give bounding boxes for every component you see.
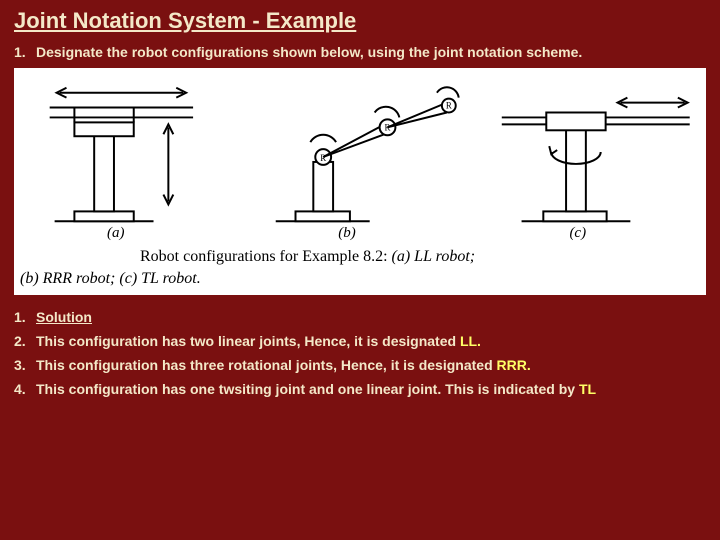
figure-panel: (a): [14, 68, 706, 295]
answer-3-text: This configuration has three rotational …: [36, 357, 706, 373]
svg-text:R: R: [320, 153, 326, 163]
svg-text:R: R: [385, 122, 391, 132]
answer-3-row: 3. This configuration has three rotation…: [14, 357, 706, 373]
svg-text:R: R: [446, 101, 452, 111]
robot-diagram-a: (a): [20, 72, 238, 242]
solution-number: 1.: [14, 309, 36, 325]
robot-diagram-c: (c): [482, 72, 700, 242]
answer-2-number: 2.: [14, 333, 36, 349]
question-row: 1. Designate the robot configurations sh…: [14, 44, 706, 60]
answer-4-text: This configuration has one twsiting join…: [36, 381, 706, 397]
answer-2-text: This configuration has two linear joints…: [36, 333, 706, 349]
designation-tl: TL: [579, 381, 596, 397]
answer-4-row: 4. This configuration has one twsiting j…: [14, 381, 706, 397]
designation-ll: LL.: [460, 333, 481, 349]
answer-2-row: 2. This configuration has two linear joi…: [14, 333, 706, 349]
question-number: 1.: [14, 44, 36, 60]
page-title: Joint Notation System - Example: [14, 8, 706, 34]
solution-heading: Solution: [36, 309, 92, 325]
answer-3-number: 3.: [14, 357, 36, 373]
question-text: Designate the robot configurations shown…: [36, 44, 706, 60]
figure-caption: Robot configurations for Example 8.2: (a…: [20, 246, 700, 289]
answer-4-number: 4.: [14, 381, 36, 397]
figure-label-c: (c): [569, 225, 586, 242]
robot-diagram-b: R R R (b): [251, 72, 469, 242]
figure-label-a: (a): [107, 225, 125, 242]
designation-rrr: RRR.: [497, 357, 531, 373]
solution-row: 1. Solution: [14, 309, 706, 325]
figure-label-b: (b): [338, 225, 356, 242]
